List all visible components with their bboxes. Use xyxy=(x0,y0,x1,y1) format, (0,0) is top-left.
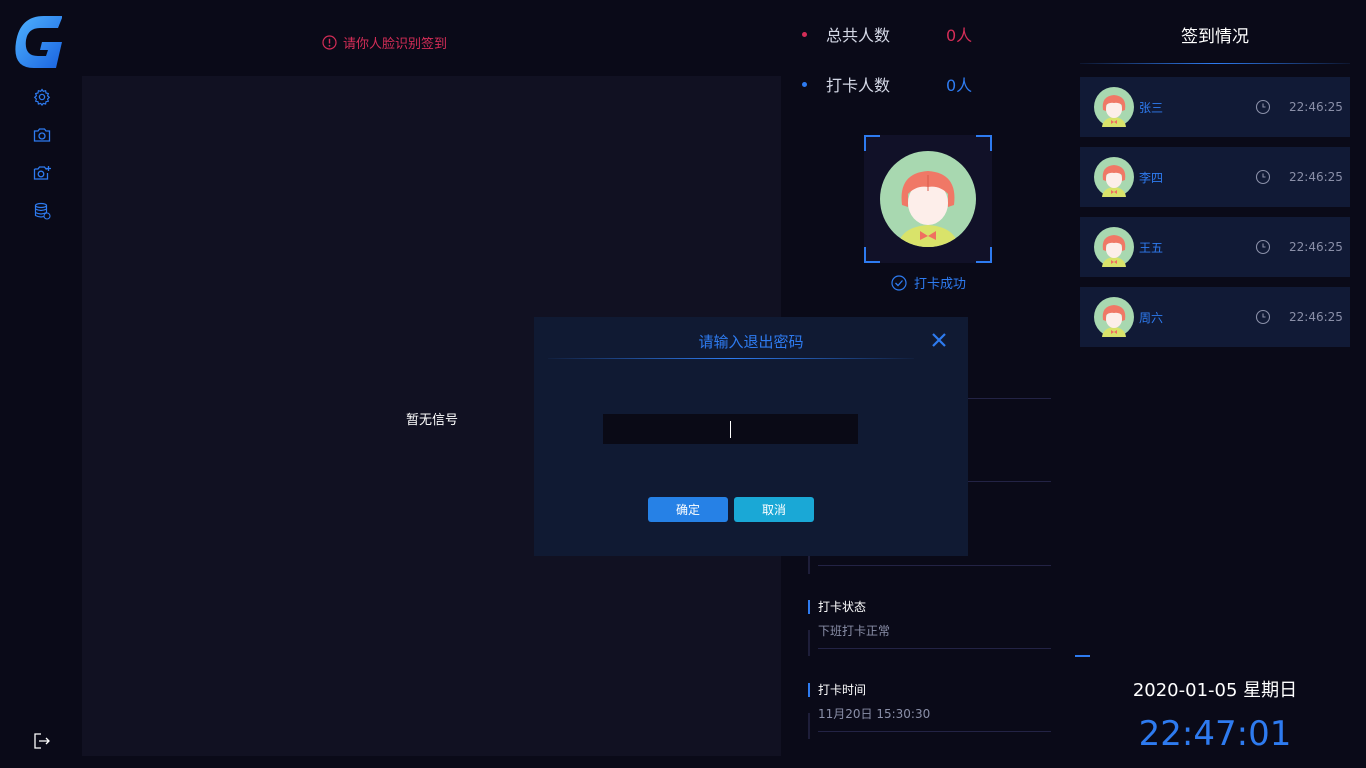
avatar-icon xyxy=(1094,227,1134,267)
settings-button[interactable] xyxy=(32,87,52,107)
record-time: 22:46:25 xyxy=(1289,100,1343,114)
stat-label: 打卡人数 xyxy=(826,76,891,95)
current-date: 2020-01-05 星期日 xyxy=(1132,680,1298,701)
clock-icon xyxy=(1255,309,1271,325)
accent-mark xyxy=(1075,655,1090,657)
avatar-icon xyxy=(880,151,976,247)
stat-total: 总共人数 0人 xyxy=(802,22,972,46)
cancel-button[interactable]: 取消 xyxy=(734,497,814,522)
exit-password-dialog: 请输入退出密码 确定 取消 xyxy=(534,317,968,556)
records-title: 签到情况 xyxy=(1181,27,1249,47)
hint-text: 请你人脸识别签到 xyxy=(343,37,448,52)
close-icon[interactable] xyxy=(930,331,948,349)
success-text: 打卡成功 xyxy=(914,277,967,292)
info-title: 打卡时间 xyxy=(808,683,1051,697)
stat-dot xyxy=(802,31,807,37)
frame-corner xyxy=(864,135,880,151)
record-card[interactable]: 李四 22:46:25 xyxy=(1080,147,1350,207)
text-caret xyxy=(730,421,731,438)
info-title: 打卡状态 xyxy=(808,600,1051,614)
dialog-title: 请输入退出密码 xyxy=(698,333,804,351)
record-time: 22:46:25 xyxy=(1289,310,1343,324)
camera-button[interactable] xyxy=(32,125,52,145)
avatar-icon xyxy=(1094,297,1134,337)
avatar-icon xyxy=(1094,87,1134,127)
record-name: 李四 xyxy=(1139,170,1164,185)
stat-checked-in: 打卡人数 0人 xyxy=(802,72,972,96)
stat-value: 0人 xyxy=(946,76,973,95)
dialog-title-underline xyxy=(548,358,914,359)
check-in-success: 打卡成功 xyxy=(891,273,966,292)
gear-icon xyxy=(33,88,51,106)
database-button[interactable] xyxy=(32,201,52,221)
divider xyxy=(818,731,1051,732)
logout-icon xyxy=(34,733,50,749)
record-name: 王五 xyxy=(1139,240,1164,255)
record-name: 周六 xyxy=(1139,310,1164,325)
camera-add-button[interactable] xyxy=(32,163,52,183)
divider xyxy=(808,713,810,739)
current-time: 22:47:01 xyxy=(1138,714,1292,754)
side-rail xyxy=(0,0,82,768)
record-name: 张三 xyxy=(1139,100,1164,115)
alert-icon xyxy=(322,35,337,50)
stat-label: 总共人数 xyxy=(826,26,891,45)
database-icon xyxy=(34,202,51,220)
info-value: 下班打卡正常 xyxy=(818,624,891,638)
record-card[interactable]: 周六 22:46:25 xyxy=(1080,287,1350,347)
clock-icon xyxy=(1255,99,1271,115)
record-time: 22:46:25 xyxy=(1289,170,1343,184)
title-underline xyxy=(1080,63,1350,64)
clock-icon xyxy=(1255,239,1271,255)
divider xyxy=(808,556,810,574)
camera-icon xyxy=(33,128,51,142)
divider xyxy=(808,630,810,656)
record-card[interactable]: 王五 22:46:25 xyxy=(1080,217,1350,277)
avatar-icon xyxy=(1094,157,1134,197)
divider xyxy=(818,648,1051,649)
record-time: 22:46:25 xyxy=(1289,240,1343,254)
face-capture-frame xyxy=(864,135,992,263)
confirm-button[interactable]: 确定 xyxy=(648,497,728,522)
frame-corner xyxy=(864,247,880,263)
camera-add-icon xyxy=(33,166,51,180)
frame-corner xyxy=(976,247,992,263)
no-signal-text: 暂无信号 xyxy=(406,413,459,428)
face-recognition-hint: 请你人脸识别签到 xyxy=(322,33,447,52)
clock-icon xyxy=(1255,169,1271,185)
info-value: 11月20日 15:30:30 xyxy=(818,707,931,721)
stat-value: 0人 xyxy=(946,26,973,45)
stat-dot xyxy=(802,81,807,87)
info-check-status: 打卡状态 下班打卡正常 xyxy=(808,600,1051,639)
divider xyxy=(818,565,1051,566)
record-card[interactable]: 张三 22:46:25 xyxy=(1080,77,1350,137)
g-logo-icon xyxy=(15,16,63,68)
logout-button[interactable] xyxy=(32,731,52,751)
info-check-time: 打卡时间 11月20日 15:30:30 xyxy=(808,683,1051,722)
check-circle-icon xyxy=(891,274,907,291)
frame-corner xyxy=(976,135,992,151)
